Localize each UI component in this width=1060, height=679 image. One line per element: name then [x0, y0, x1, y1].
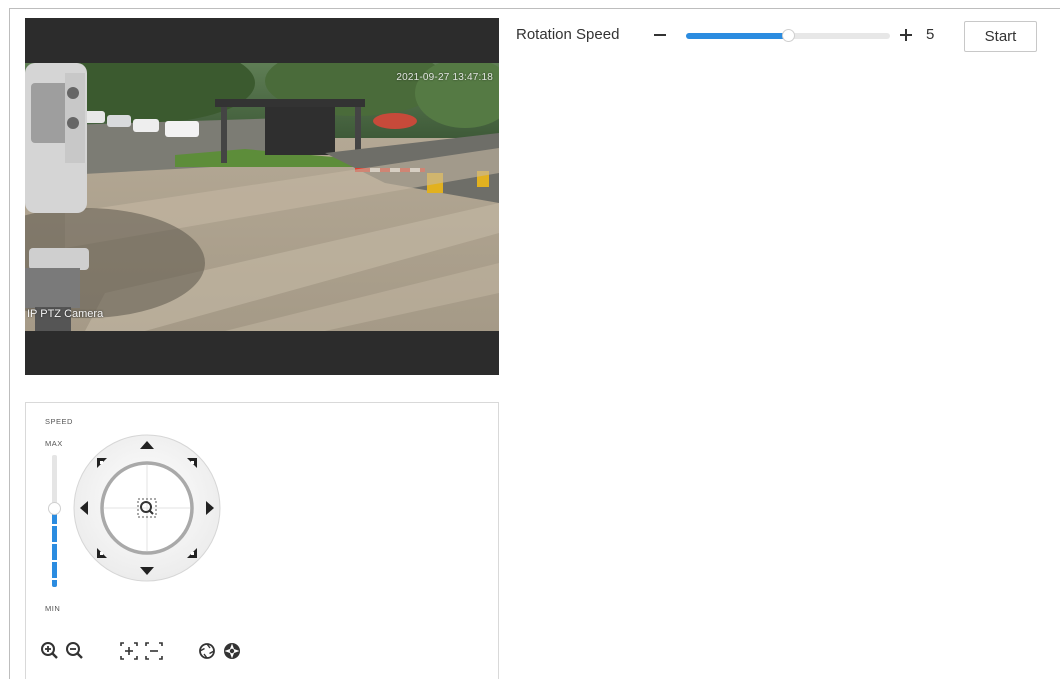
- rotation-speed-label: Rotation Speed: [516, 26, 620, 43]
- decrease-speed-button[interactable]: [652, 24, 668, 44]
- iris-close-icon[interactable]: [221, 640, 243, 662]
- ptz-speed-slider[interactable]: [48, 455, 61, 587]
- iris-open-icon[interactable]: [196, 640, 218, 662]
- pan-left-button[interactable]: [79, 500, 89, 516]
- video-timestamp: 2021-09-27 13:47:18: [396, 72, 493, 83]
- video-camera-name: IP PTZ Camera: [27, 308, 104, 320]
- pan-up-right-button[interactable]: [186, 457, 198, 469]
- pan-down-button[interactable]: [139, 566, 155, 576]
- live-video-view[interactable]: 2021-09-27 13:47:18 IP PTZ Camera: [25, 18, 499, 375]
- pan-up-left-button[interactable]: [96, 457, 108, 469]
- zoom-in-icon[interactable]: [39, 640, 61, 662]
- focus-near-icon[interactable]: [118, 640, 140, 662]
- speed-label: SPEED: [45, 417, 73, 426]
- rotation-speed-fill: [686, 33, 788, 39]
- speed-max-label: MAX: [45, 439, 63, 448]
- rotation-speed-slider[interactable]: [686, 29, 890, 42]
- pan-right-button[interactable]: [205, 500, 215, 516]
- ptz-speed-thumb[interactable]: [48, 501, 61, 515]
- ptz-speed-fill: [52, 507, 57, 587]
- magnifier-center-icon[interactable]: [136, 497, 158, 519]
- speed-min-label: MIN: [45, 604, 61, 613]
- increase-speed-button[interactable]: [898, 24, 914, 44]
- rotation-speed-thumb[interactable]: [782, 29, 795, 42]
- ptz-control-panel: SPEED MAX MIN: [25, 402, 499, 679]
- focus-far-icon[interactable]: [143, 640, 165, 662]
- ptz-direction-pad: [72, 433, 222, 583]
- start-button[interactable]: Start: [964, 21, 1037, 52]
- camera-feed-image: [25, 63, 499, 331]
- pan-up-button[interactable]: [139, 440, 155, 450]
- rotation-speed-value: 5: [926, 26, 935, 43]
- minus-icon: [654, 34, 666, 36]
- zoom-out-icon[interactable]: [64, 640, 86, 662]
- pan-down-right-button[interactable]: [186, 547, 198, 559]
- pan-down-left-button[interactable]: [96, 547, 108, 559]
